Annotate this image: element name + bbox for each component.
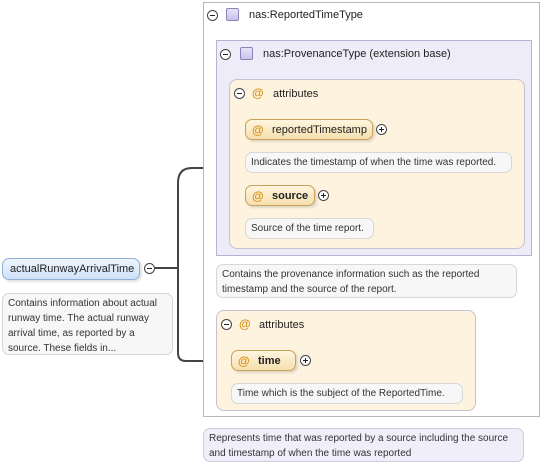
attribute-name: reportedTimestamp (272, 124, 367, 136)
provenance-doc: Contains the provenance information such… (216, 264, 517, 298)
reported-timestamp-doc: Indicates the timestamp of when the time… (245, 152, 512, 173)
attribute-reported-timestamp[interactable]: @ reportedTimestamp (245, 119, 373, 140)
reported-timestamp-expand-icon[interactable] (376, 124, 387, 135)
attribute-name: source (272, 190, 309, 202)
attributes-icon: @ (239, 317, 251, 331)
attribute-time[interactable]: @ time (231, 350, 296, 371)
provenance-type-title: nas:ProvenanceType (extension base) (263, 48, 451, 60)
root-element-name: actualRunwayArrivalTime (10, 263, 135, 275)
attribute-icon: @ (238, 354, 250, 368)
attribute-name: time (258, 355, 281, 367)
attributes-icon: @ (252, 86, 264, 100)
time-attributes-collapse-icon[interactable] (221, 319, 232, 330)
provenance-collapse-icon[interactable] (220, 49, 231, 60)
attribute-icon: @ (252, 189, 264, 203)
provenance-attributes-collapse-icon[interactable] (234, 88, 245, 99)
complex-type-icon (226, 8, 239, 21)
time-expand-icon[interactable] (300, 355, 311, 366)
time-doc: Time which is the subject of the Reporte… (231, 383, 463, 404)
complex-type-icon (240, 47, 253, 60)
reported-time-type-doc: Represents time that was reported by a s… (203, 428, 524, 462)
source-expand-icon[interactable] (318, 190, 329, 201)
root-collapse-icon[interactable] (144, 263, 155, 274)
root-element-node[interactable]: actualRunwayArrivalTime (2, 258, 140, 280)
attribute-icon: @ (252, 123, 264, 137)
attribute-source[interactable]: @ source (245, 185, 315, 206)
reported-time-type-collapse-icon[interactable] (207, 10, 218, 21)
reported-time-type-title: nas:ReportedTimeType (249, 9, 363, 21)
source-doc: Source of the time report. (245, 218, 374, 239)
time-attributes-label: attributes (259, 319, 305, 331)
provenance-attributes-label: attributes (273, 88, 319, 100)
root-element-doc: Contains information about actual runway… (2, 293, 173, 355)
